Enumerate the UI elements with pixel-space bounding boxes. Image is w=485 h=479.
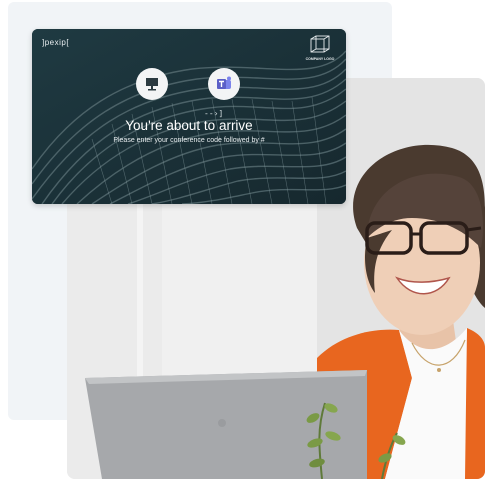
company-logo: COMPANY LOGO — [300, 34, 340, 61]
monitor-icon — [146, 78, 158, 91]
instruction-text: Please enter your conference code follow… — [113, 137, 265, 144]
company-logo-label: COMPANY LOGO — [305, 57, 335, 61]
cube-icon — [310, 35, 330, 53]
teams-icon — [217, 76, 231, 89]
page-title: You're about to arrive — [125, 118, 253, 133]
teams-icon-badge — [208, 68, 240, 100]
monitor-icon-badge — [136, 68, 168, 100]
hero-illustration: ]pexip[ COMPANY LOGO ‑‑›] You're about t… — [0, 0, 485, 479]
pexip-welcome-card: ]pexip[ COMPANY LOGO ‑‑›] You're about t… — [32, 29, 346, 204]
pexip-logo: ]pexip[ — [42, 38, 70, 47]
arrow-right-icon: ‑‑›] — [204, 109, 224, 118]
wave-pattern — [32, 29, 346, 204]
